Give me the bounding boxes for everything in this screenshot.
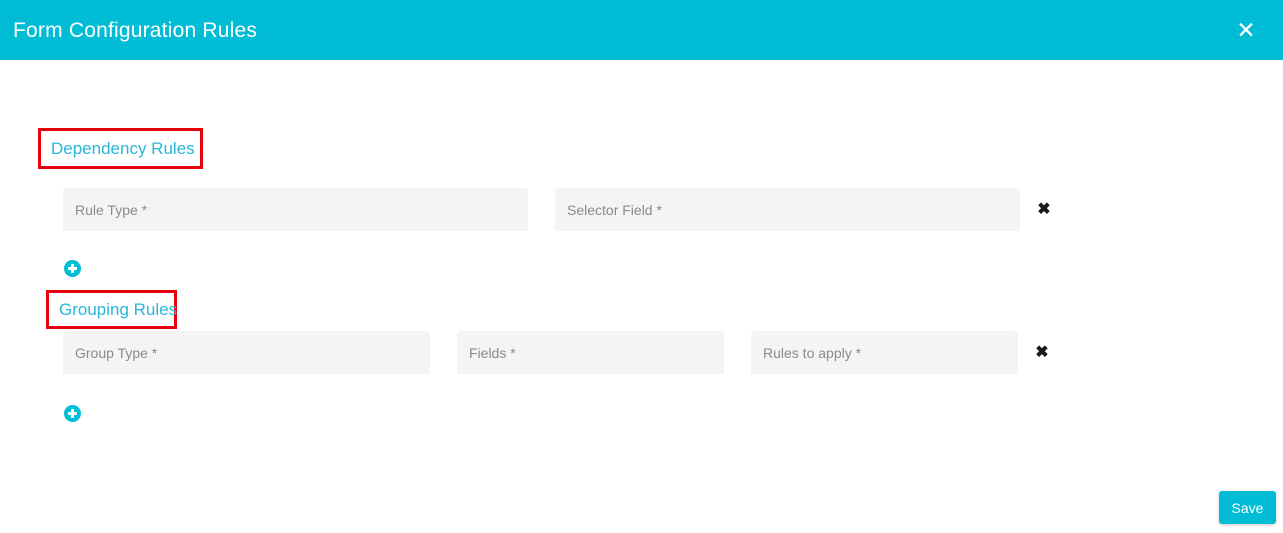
remove-grouping-rule-icon[interactable]: ✖ [1028, 339, 1056, 367]
group-type-input[interactable] [63, 331, 430, 374]
close-icon[interactable]: ✕ [1223, 7, 1269, 53]
plus-vertical-bar [71, 264, 74, 273]
section-heading-grouping-rules: Grouping Rules [46, 290, 177, 329]
selector-field-input[interactable] [555, 188, 1020, 231]
page-title: Form Configuration Rules [13, 18, 258, 42]
save-button[interactable]: Save [1219, 491, 1276, 524]
dialog-header: Form Configuration Rules ✕ [0, 0, 1283, 60]
remove-dependency-rule-icon[interactable]: ✖ [1030, 196, 1058, 224]
rules-to-apply-input[interactable] [751, 331, 1018, 374]
fields-input[interactable] [457, 331, 724, 374]
dependency-rule-row: ✖ [63, 188, 1058, 231]
plus-vertical-bar [71, 409, 74, 418]
dialog-body: Dependency Rules ✖ Grouping Rules ✖ Save [0, 60, 1283, 533]
add-grouping-rule-icon[interactable] [64, 405, 81, 422]
rule-type-input[interactable] [63, 188, 528, 231]
grouping-rule-row: ✖ [63, 331, 1056, 374]
section-heading-dependency-rules: Dependency Rules [38, 128, 203, 169]
add-dependency-rule-icon[interactable] [64, 260, 81, 277]
